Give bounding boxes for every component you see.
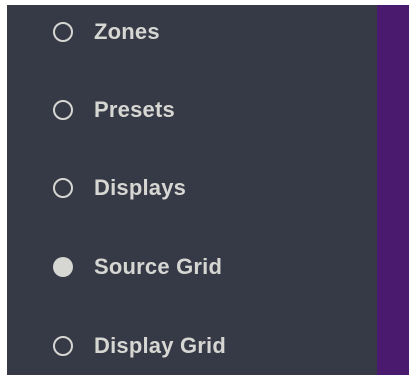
nav-item-display-grid[interactable]: Display Grid [7,322,377,370]
app-frame: Zones Presets Displays Source Grid Displ… [7,5,409,375]
nav-item-source-grid[interactable]: Source Grid [7,243,377,291]
nav-item-label: Presets [94,97,175,122]
radio-unselected-icon[interactable] [53,22,73,42]
radio-unselected-icon[interactable] [53,178,73,198]
content-area-edge [377,5,409,375]
nav-item-presets[interactable]: Presets [7,86,377,134]
nav-item-label: Zones [94,19,160,44]
sidebar-nav: Zones Presets Displays Source Grid Displ… [7,5,377,375]
nav-item-displays[interactable]: Displays [7,164,377,212]
nav-item-label: Display Grid [94,333,226,358]
radio-unselected-icon[interactable] [53,100,73,120]
nav-item-zones[interactable]: Zones [7,8,377,56]
radio-selected-icon[interactable] [53,257,73,277]
nav-item-label: Displays [94,175,187,200]
nav-item-label: Source Grid [94,254,223,279]
radio-unselected-icon[interactable] [53,336,73,356]
